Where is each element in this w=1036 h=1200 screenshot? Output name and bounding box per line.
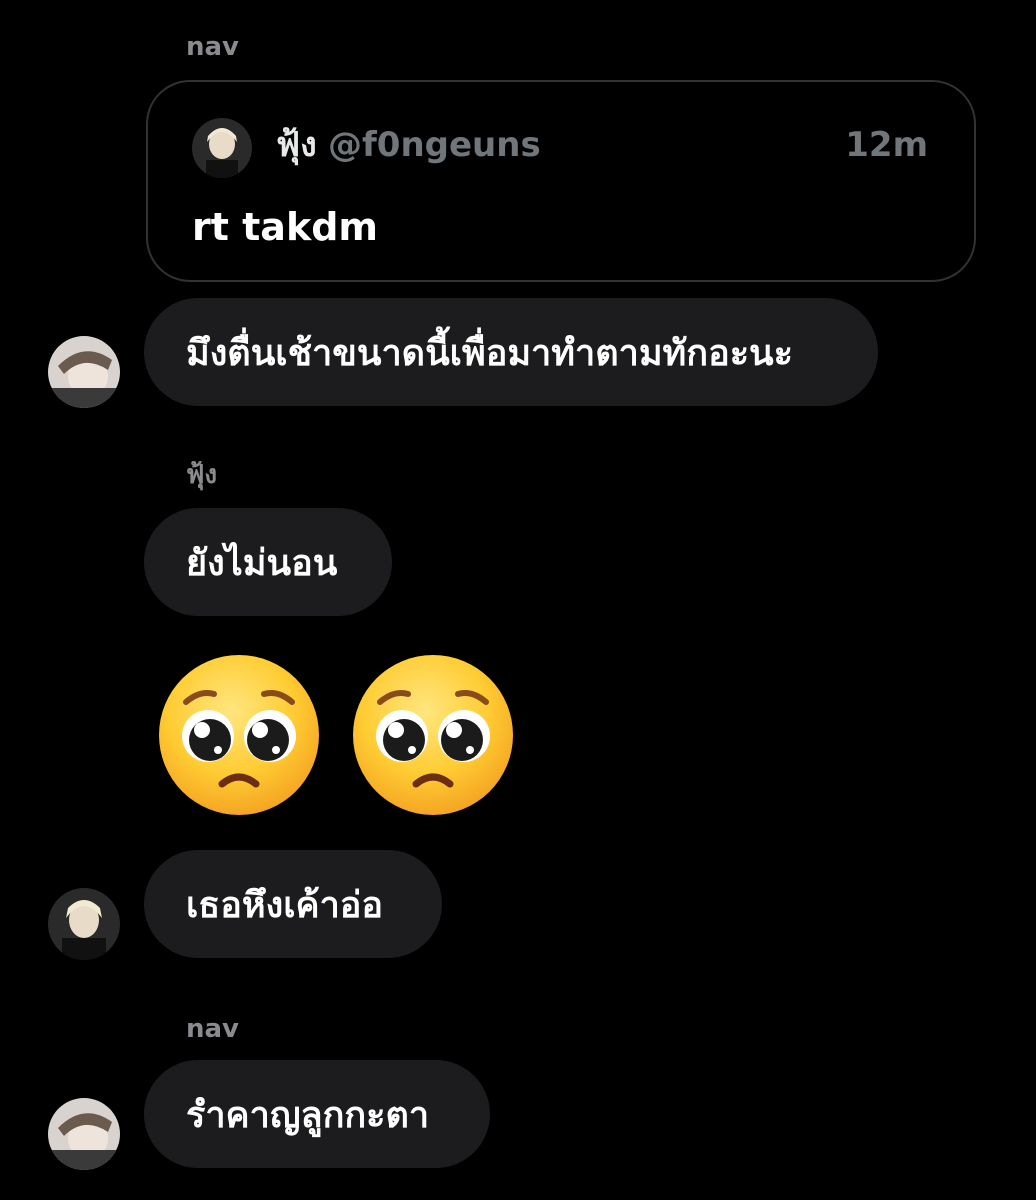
sender-label-nav: nav: [186, 32, 240, 62]
quoted-post-author-name: ฟุ้ง: [276, 125, 317, 165]
avatar-photo-icon: [48, 888, 120, 960]
avatar-nav[interactable]: [48, 336, 120, 408]
avatar-photo-icon: [48, 1098, 120, 1170]
pleading-face-icon: [159, 655, 319, 815]
message-bubble[interactable]: ยังไม่นอน: [144, 508, 392, 616]
message-bubble[interactable]: เธอหึงเค้าอ่อ: [144, 850, 442, 958]
message-bubble[interactable]: รำคาญลูกกะตา: [144, 1060, 490, 1168]
message-bubble[interactable]: มึงตื่นเช้าขนาดนี้เพื่อมาทำตามทักอะนะ: [144, 298, 878, 406]
avatar-photo-icon: [48, 336, 120, 408]
quoted-post-handle: @f0ngeuns: [328, 125, 541, 165]
sender-label-fung: ฟุ้ง: [186, 460, 218, 490]
quoted-post-avatar[interactable]: [192, 118, 252, 178]
pleading-face-icon: [353, 655, 513, 815]
avatar-photo-icon: [192, 118, 252, 178]
avatar-fung[interactable]: [48, 888, 120, 960]
sender-label-nav: nav: [186, 1014, 240, 1044]
quoted-post-card[interactable]: ฟุ้ง @f0ngeuns 12m rt takdm: [146, 80, 976, 282]
quoted-post-time: 12m: [845, 125, 928, 165]
avatar-nav[interactable]: [48, 1098, 120, 1170]
quoted-post-text: rt takdm: [192, 205, 379, 249]
